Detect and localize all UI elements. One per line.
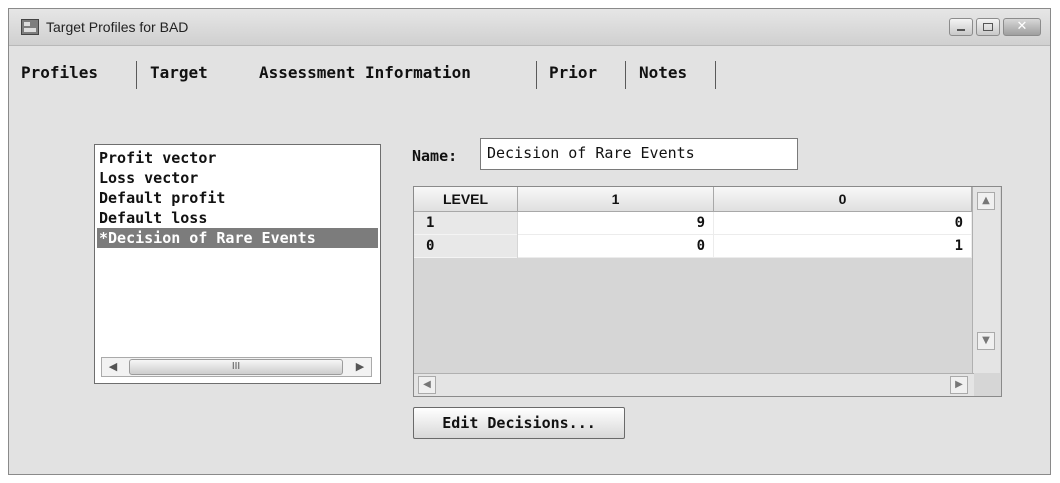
list-horizontal-scrollbar[interactable]: ◀ III ▶ — [101, 357, 372, 377]
scroll-left-icon[interactable]: ◀ — [418, 376, 436, 394]
column-header-0[interactable]: 0 — [714, 187, 972, 212]
list-item-default-profit[interactable]: Default profit — [97, 188, 225, 208]
table-cell[interactable]: 9 — [518, 212, 714, 235]
table-cell[interactable]: 1 — [714, 235, 972, 258]
tab-target[interactable]: Target — [150, 63, 208, 82]
tab-separator — [536, 61, 537, 89]
scroll-grip: III — [231, 361, 241, 372]
tab-separator — [625, 61, 626, 89]
list-item-default-loss[interactable]: Default loss — [97, 208, 207, 228]
maximize-button[interactable] — [976, 18, 1000, 36]
close-button[interactable]: ✕ — [1003, 18, 1041, 36]
list-item-profit-vector[interactable]: Profit vector — [97, 148, 216, 168]
column-header-1[interactable]: 1 — [518, 187, 714, 212]
window-title: Target Profiles for BAD — [46, 19, 189, 35]
scroll-left-icon[interactable]: ◀ — [104, 358, 122, 376]
scroll-thumb[interactable]: III — [129, 359, 343, 375]
minimize-button[interactable] — [949, 18, 973, 36]
list-item-decision-of-rare-events[interactable]: *Decision of Rare Events — [97, 228, 378, 248]
column-header-level: LEVEL — [414, 187, 518, 212]
tab-separator — [136, 61, 137, 89]
tab-profiles[interactable]: Profiles — [21, 63, 98, 82]
scroll-right-icon[interactable]: ▶ — [351, 358, 369, 376]
maximize-icon — [983, 23, 993, 31]
row-header-level-1: 1 — [414, 212, 517, 235]
title-bar[interactable]: Target Profiles for BAD ✕ — [9, 9, 1050, 46]
target-profiles-window: Target Profiles for BAD ✕ Profiles Targe… — [8, 8, 1051, 475]
tab-separator — [715, 61, 716, 89]
tab-bar: Profiles Target Assessment Information P… — [9, 61, 749, 93]
list-item-loss-vector[interactable]: Loss vector — [97, 168, 198, 188]
tab-notes[interactable]: Notes — [639, 63, 687, 82]
edit-decisions-button[interactable]: Edit Decisions... — [413, 407, 625, 439]
name-input[interactable]: Decision of Rare Events — [480, 138, 798, 170]
table-cell[interactable]: 0 — [714, 212, 972, 235]
decision-matrix-list[interactable]: Profit vector Loss vector Default profit… — [94, 144, 381, 384]
name-label: Name: — [412, 147, 458, 165]
scroll-right-icon[interactable]: ▶ — [950, 376, 968, 394]
table-cell[interactable]: 0 — [518, 235, 714, 258]
tab-prior[interactable]: Prior — [549, 63, 597, 82]
scroll-up-icon[interactable]: ▲ — [977, 192, 995, 210]
tab-assessment-information[interactable]: Assessment Information — [259, 63, 471, 82]
close-icon: ✕ — [1016, 19, 1028, 34]
app-icon — [21, 19, 39, 35]
decision-matrix-table[interactable]: LEVEL 1 0 1 9 0 0 0 1 ▲ ▼ ◀ ▶ — [413, 186, 1002, 397]
table-vertical-scrollbar[interactable]: ▲ ▼ — [972, 187, 1000, 373]
table-horizontal-scrollbar[interactable]: ◀ ▶ — [414, 373, 974, 396]
row-header-level-0: 0 — [414, 235, 517, 258]
scroll-down-icon[interactable]: ▼ — [977, 332, 995, 350]
minimize-icon — [957, 29, 965, 31]
